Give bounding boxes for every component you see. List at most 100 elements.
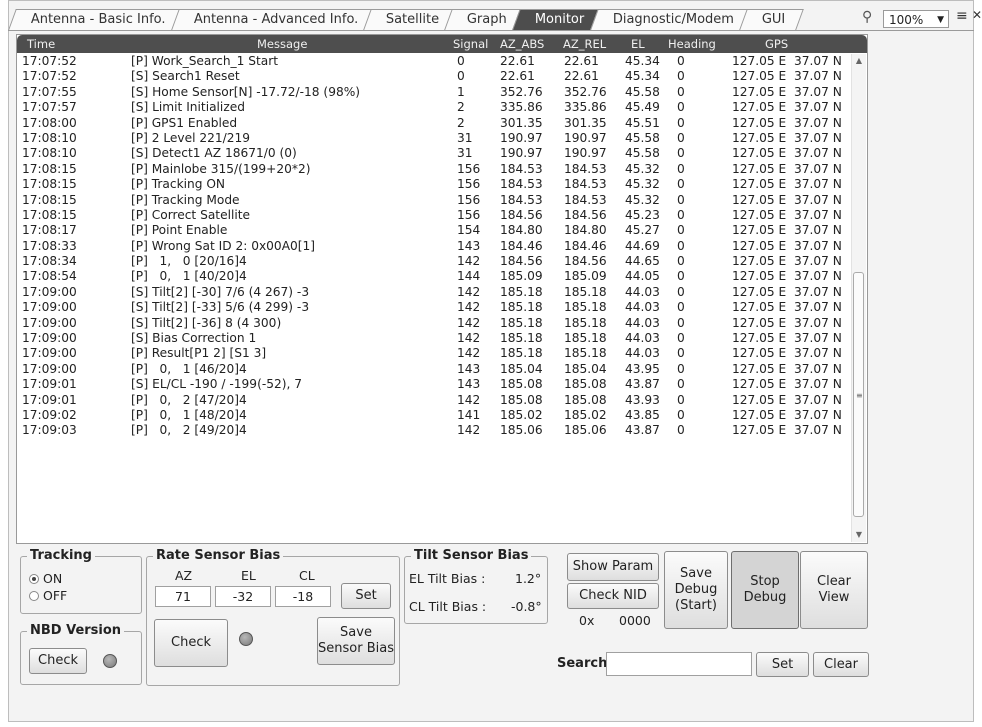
table-row[interactable]: 17:09:00 [S] Bias Correction 1 142 185.18 18… [17, 331, 851, 346]
show-param-button[interactable]: Show Param [567, 553, 659, 581]
header-el[interactable]: EL [631, 37, 645, 51]
tracking-off-label: OFF [43, 588, 68, 603]
cell-el: 45.32 [625, 161, 660, 176]
cell-heading: 0 [677, 115, 685, 130]
el-bias-field[interactable]: -32 [215, 586, 271, 607]
cell-signal: 31 [457, 130, 473, 145]
menu-icon[interactable]: ≡ [956, 8, 968, 24]
cell-az-rel: 184.46 [564, 238, 607, 253]
search-set-button[interactable]: Set [756, 652, 809, 677]
table-row[interactable]: 17:08:15 [P] Tracking ON 156 184.53 184.53 45… [17, 177, 851, 192]
header-gps[interactable]: GPS [765, 37, 788, 51]
tracking-on-radio[interactable]: ON [29, 571, 62, 586]
cell-heading: 0 [677, 392, 685, 407]
cell-gps: 127.05 E 37.07 N [732, 54, 842, 68]
tab-antenna-advanced[interactable]: Antenna - Advanced Info. [170, 9, 377, 30]
cell-az-abs: 185.18 [500, 346, 543, 361]
cell-signal: 142 [457, 346, 481, 361]
cell-signal: 142 [457, 331, 481, 346]
cell-message: [P] Tracking Mode [131, 192, 240, 207]
save-sensor-bias-button[interactable]: Save Sensor Bias [317, 617, 395, 665]
close-icon[interactable]: ✕ [972, 8, 982, 22]
header-az-rel[interactable]: AZ_REL [563, 37, 606, 51]
cell-az-rel: 190.97 [564, 146, 607, 161]
table-row[interactable]: 17:08:15 [P] Mainlobe 315/(199+20*2) 156 18… [17, 162, 851, 177]
cell-az-rel: 185.06 [564, 423, 607, 438]
cell-el: 45.58 [625, 84, 660, 99]
table-row[interactable]: 17:08:15 [P] Correct Satellite 156 184.56 18… [17, 208, 851, 223]
search-input[interactable] [606, 652, 752, 676]
cell-message: [P] Tracking ON [131, 177, 226, 192]
header-time[interactable]: Time [27, 37, 55, 51]
cell-el: 45.32 [625, 192, 660, 207]
table-row[interactable]: 17:07:52 [S] Search1 Reset 0 22.61 22.61 45.3… [17, 69, 851, 84]
cell-heading: 0 [677, 300, 685, 315]
cell-heading: 0 [677, 223, 685, 238]
zoom-select[interactable]: 100% ▼ [883, 10, 949, 28]
header-message[interactable]: Message [257, 37, 307, 51]
rate-bias-check-button[interactable]: Check [154, 619, 228, 667]
grip-icon: ≡ [856, 391, 863, 400]
cell-time: 17:09:00 [22, 361, 77, 376]
cell-time: 17:09:00 [22, 284, 77, 299]
tracking-off-radio[interactable]: OFF [29, 588, 67, 603]
rate-bias-set-button[interactable]: Set [341, 583, 391, 609]
table-row[interactable]: 17:08:54 [P] 0, 1 [40/20]4 144 185.09 185.09… [17, 269, 851, 284]
pin-icon[interactable]: ⚲ [862, 9, 874, 27]
table-row[interactable]: 17:07:57 [S] Limit Initialized 2 335.86 335.… [17, 100, 851, 115]
cell-gps: 127.05 E 37.07 N [732, 423, 842, 438]
table-row[interactable]: 17:09:00 [P] Result[P1 2] [S1 3] 142 185.18… [17, 346, 851, 361]
cl-bias-field[interactable]: -18 [275, 586, 331, 607]
cell-az-abs: 185.18 [500, 331, 543, 346]
monitor-log-grid[interactable]: Time Message Signal AZ_ABS AZ_REL EL Hea… [16, 34, 868, 544]
az-bias-field[interactable]: 71 [155, 586, 211, 607]
table-row[interactable]: 17:08:10 [S] Detect1 AZ 18671/0 (0) 31 190.… [17, 146, 851, 161]
tab-diagnostic-modem[interactable]: Diagnostic/Modem [589, 9, 753, 30]
table-row[interactable]: 17:08:15 [P] Tracking Mode 156 184.53 184.53… [17, 193, 851, 208]
tab-monitor[interactable]: Monitor [512, 9, 604, 30]
cell-el: 43.95 [625, 361, 660, 376]
table-row[interactable]: 17:09:01 [S] EL/CL -190 / -199(-52), 7 143… [17, 377, 851, 392]
save-debug-button[interactable]: Save Debug (Start) [664, 551, 728, 629]
stop-debug-button[interactable]: Stop Debug [731, 551, 799, 629]
table-row[interactable]: 17:09:00 [S] Tilt[2] [-30] 7/6 (4 267) -3… [17, 285, 851, 300]
table-row[interactable]: 17:07:55 [S] Home Sensor[N] -17.72/-18 (9… [17, 85, 851, 100]
table-row[interactable]: 17:09:03 [P] 0, 2 [49/20]4 142 185.06 185.06… [17, 423, 851, 438]
nbd-status-led [103, 654, 117, 668]
cell-signal: 156 [457, 207, 481, 222]
cell-time: 17:08:10 [22, 130, 77, 145]
header-signal[interactable]: Signal [453, 37, 488, 51]
search-clear-button[interactable]: Clear [813, 652, 869, 677]
table-row[interactable]: 17:07:52 [P] Work_Search_1 Start 0 22.61 22.… [17, 54, 851, 69]
table-row[interactable]: 17:08:33 [P] Wrong Sat ID 2: 0x00A0[1] 143… [17, 239, 851, 254]
table-row[interactable]: 17:09:00 [P] 0, 1 [46/20]4 143 185.04 185.04… [17, 362, 851, 377]
tilt-sensor-bias-title: Tilt Sensor Bias [411, 548, 532, 564]
vertical-scrollbar[interactable]: ▲ ≡ ▼ [851, 54, 866, 542]
cell-gps: 127.05 E 37.07 N [732, 300, 842, 315]
header-heading[interactable]: Heading [668, 37, 716, 51]
table-row[interactable]: 17:09:00 [S] Tilt[2] [-36] 8 (4 300) 142 18… [17, 316, 851, 331]
scroll-up-icon[interactable]: ▲ [852, 54, 866, 68]
scroll-thumb[interactable]: ≡ [853, 272, 864, 517]
table-row[interactable]: 17:08:17 [P] Point Enable 154 184.80 184.80 4… [17, 223, 851, 238]
cell-signal: 142 [457, 423, 481, 438]
table-row[interactable]: 17:08:34 [P] 1, 0 [20/16]4 142 184.56 184.56… [17, 254, 851, 269]
table-row[interactable]: 17:09:01 [P] 0, 2 [47/20]4 142 185.08 185.08… [17, 393, 851, 408]
scroll-down-icon[interactable]: ▼ [852, 528, 866, 542]
cell-az-rel: 184.56 [564, 207, 607, 222]
table-row[interactable]: 17:09:02 [P] 0, 1 [48/20]4 141 185.02 185.02… [17, 408, 851, 423]
table-row[interactable]: 17:08:00 [P] GPS1 Enabled 2 301.35 301.35 45.… [17, 116, 851, 131]
cell-az-abs: 185.04 [500, 361, 543, 376]
clear-view-button[interactable]: Clear View [800, 551, 868, 629]
tab-antenna-basic[interactable]: Antenna - Basic Info. [8, 9, 185, 30]
cell-message: [P] Point Enable [131, 223, 228, 238]
cell-message: [P] Correct Satellite [131, 207, 251, 222]
cell-signal: 31 [457, 146, 473, 161]
nbd-check-button[interactable]: Check [29, 648, 87, 674]
cell-time: 17:08:17 [22, 223, 77, 238]
header-az-abs[interactable]: AZ_ABS [500, 37, 544, 51]
tab-gui[interactable]: GUI [739, 9, 805, 30]
table-row[interactable]: 17:09:00 [S] Tilt[2] [-33] 5/6 (4 299) -3… [17, 300, 851, 315]
check-nid-button[interactable]: Check NID [567, 583, 659, 609]
table-row[interactable]: 17:08:10 [P] 2 Level 221/219 31 190.97 190.9… [17, 131, 851, 146]
